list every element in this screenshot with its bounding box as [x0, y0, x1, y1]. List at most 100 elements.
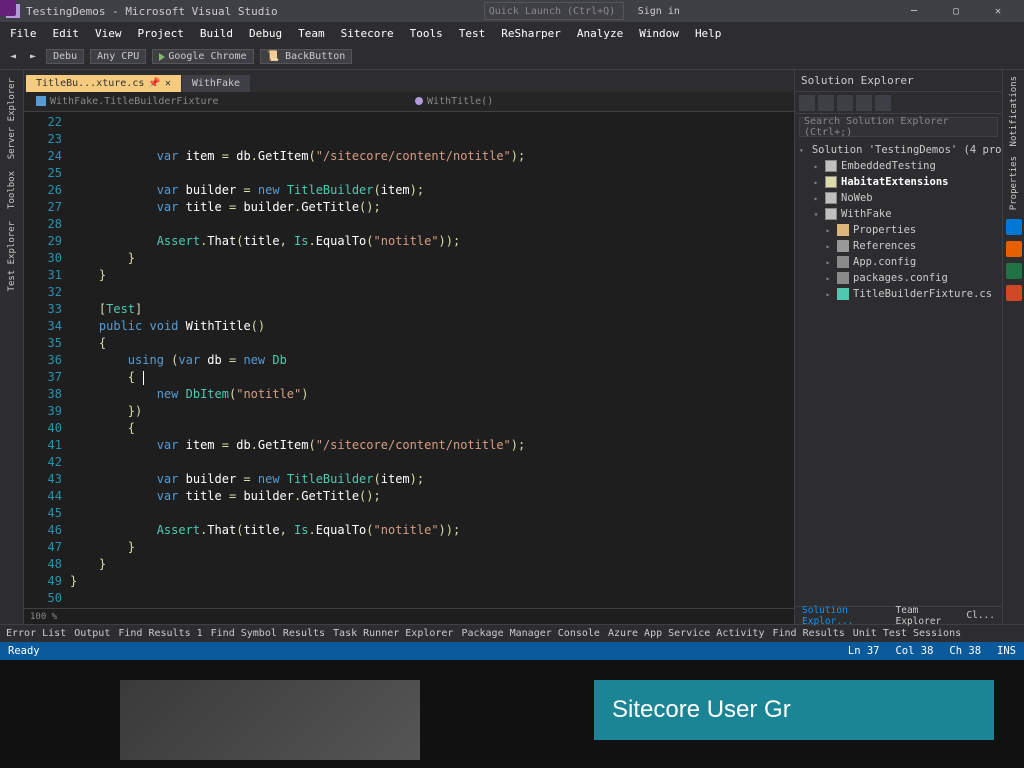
code-line[interactable]: } [70, 539, 794, 556]
pin-icon[interactable]: 📌 [148, 78, 160, 89]
nav-back-icon[interactable]: ◄ [6, 49, 20, 64]
maximize-button[interactable]: ▢ [936, 2, 976, 20]
tree-row[interactable]: ▸App.config [799, 254, 998, 270]
expander-icon[interactable]: ▾ [799, 146, 804, 155]
tree-row[interactable]: ▸NoWeb [799, 190, 998, 206]
code-line[interactable]: var title = builder.GetTitle(); [70, 488, 794, 505]
tab-titlebuilderfixture[interactable]: TitleBu...xture.cs 📌 ✕ [26, 75, 181, 92]
expander-icon[interactable]: ▸ [823, 274, 833, 283]
test-explorer-tab[interactable]: Test Explorer [5, 217, 19, 295]
code-line[interactable]: var item = db.GetItem("/sitecore/content… [70, 148, 794, 165]
task-runner-explorer-tab[interactable]: Task Runner Explorer [333, 628, 453, 639]
tree-row[interactable]: ▸HabitatExtensions [799, 174, 998, 190]
code-line[interactable] [70, 131, 794, 148]
code-content[interactable]: var item = db.GetItem("/sitecore/content… [70, 112, 794, 608]
menu-window[interactable]: Window [633, 25, 685, 42]
solution-explorer-tab[interactable]: Solution Explor... [799, 604, 887, 628]
run-target-dropdown[interactable]: Google Chrome [152, 49, 253, 64]
taskbar-windows-icon[interactable] [1006, 219, 1022, 235]
code-line[interactable]: { [70, 335, 794, 352]
toolbox-tab[interactable]: Toolbox [5, 167, 19, 213]
tree-row[interactable]: ▸packages.config [799, 270, 998, 286]
output-tab[interactable]: Output [74, 628, 110, 639]
code-editor[interactable]: 2223242526272829303132333435363738394041… [24, 112, 794, 608]
code-line[interactable]: using (var db = new Db [70, 352, 794, 369]
azure-app-service-tab[interactable]: Azure App Service Activity [608, 628, 765, 639]
close-button[interactable]: ✕ [978, 2, 1018, 20]
expander-icon[interactable]: ▸ [823, 242, 833, 251]
breadcrumb-type[interactable]: WithFake.TitleBuilderFixture [36, 96, 403, 107]
code-line[interactable]: new DbItem("notitle") [70, 386, 794, 403]
package-manager-console-tab[interactable]: Package Manager Console [461, 628, 599, 639]
code-line[interactable]: Assert.That(title, Is.EqualTo("notitle")… [70, 522, 794, 539]
expander-icon[interactable]: ▸ [811, 194, 821, 203]
expander-icon[interactable]: ▸ [823, 226, 833, 235]
platform-dropdown[interactable]: Any CPU [90, 49, 146, 64]
menu-build[interactable]: Build [194, 25, 239, 42]
code-line[interactable]: Assert.That(title, Is.EqualTo("notitle")… [70, 233, 794, 250]
menu-analyze[interactable]: Analyze [571, 25, 629, 42]
find-results-1-tab[interactable]: Find Results 1 [118, 628, 202, 639]
find-symbol-results-tab[interactable]: Find Symbol Results [211, 628, 325, 639]
menu-help[interactable]: Help [689, 25, 728, 42]
code-line[interactable] [70, 590, 794, 607]
tree-row[interactable]: ▾WithFake [799, 206, 998, 222]
menu-tools[interactable]: Tools [404, 25, 449, 42]
code-line[interactable]: [Test] [70, 301, 794, 318]
showall-icon[interactable] [856, 95, 872, 111]
collapse-icon[interactable] [837, 95, 853, 111]
code-line[interactable]: { [70, 369, 794, 386]
nav-breadcrumb[interactable]: WithFake.TitleBuilderFixture WithTitle() [24, 92, 794, 112]
menu-resharper[interactable]: ReSharper [495, 25, 567, 42]
taskbar-vs-icon[interactable] [0, 0, 16, 16]
minimize-button[interactable]: ─ [894, 2, 934, 20]
unit-test-sessions-tab[interactable]: Unit Test Sessions [853, 628, 961, 639]
code-line[interactable] [70, 114, 794, 131]
menu-project[interactable]: Project [132, 25, 190, 42]
notifications-tab[interactable]: Notifications [1007, 74, 1021, 148]
code-line[interactable]: public void WithTitle() [70, 318, 794, 335]
code-line[interactable] [70, 505, 794, 522]
code-line[interactable] [70, 165, 794, 182]
solution-search-input[interactable]: Search Solution Explorer (Ctrl+;) [799, 117, 998, 137]
menu-team[interactable]: Team [292, 25, 331, 42]
menu-test[interactable]: Test [453, 25, 492, 42]
code-line[interactable]: var title = builder.GetTitle(); [70, 199, 794, 216]
code-line[interactable]: var builder = new TitleBuilder(item); [70, 471, 794, 488]
zoom-indicator[interactable]: 100 % [24, 608, 794, 624]
code-line[interactable]: var item = db.GetItem("/sitecore/content… [70, 437, 794, 454]
code-line[interactable] [70, 216, 794, 233]
properties-icon[interactable] [875, 95, 891, 111]
close-icon[interactable]: ✕ [165, 78, 171, 89]
taskbar-powerpoint-icon[interactable] [1006, 285, 1022, 301]
menu-edit[interactable]: Edit [47, 25, 86, 42]
refresh-icon[interactable] [818, 95, 834, 111]
code-line[interactable]: } [70, 250, 794, 267]
error-list-tab[interactable]: Error List [6, 628, 66, 639]
code-line[interactable]: }) [70, 403, 794, 420]
menu-sitecore[interactable]: Sitecore [335, 25, 400, 42]
expander-icon[interactable]: ▸ [811, 162, 821, 171]
tree-row[interactable]: ▾Solution 'TestingDemos' (4 projects) [799, 142, 998, 158]
find-results-tab[interactable]: Find Results [772, 628, 844, 639]
menu-file[interactable]: File [4, 25, 43, 42]
class-view-tab[interactable]: Cl... [963, 609, 998, 622]
taskbar-firefox-icon[interactable] [1006, 241, 1022, 257]
tree-row[interactable]: ▸References [799, 238, 998, 254]
properties-tab[interactable]: Properties [1007, 154, 1021, 212]
code-line[interactable]: var builder = new TitleBuilder(item); [70, 182, 794, 199]
breadcrumb-member[interactable]: WithTitle() [415, 96, 782, 107]
solution-tree[interactable]: ▾Solution 'TestingDemos' (4 projects)▸Em… [795, 140, 1002, 606]
tab-withfake[interactable]: WithFake [182, 75, 250, 92]
code-line[interactable] [70, 284, 794, 301]
tree-row[interactable]: ▸EmbeddedTesting [799, 158, 998, 174]
tree-row[interactable]: ▸Properties [799, 222, 998, 238]
script-dropdown[interactable]: 📜 BackButton [260, 49, 353, 64]
menu-view[interactable]: View [89, 25, 128, 42]
tree-row[interactable]: ▸TitleBuilderFixture.cs [799, 286, 998, 302]
sign-in-link[interactable]: Sign in [630, 6, 688, 17]
code-line[interactable]: } [70, 267, 794, 284]
server-explorer-tab[interactable]: Server Explorer [5, 74, 19, 163]
code-line[interactable]: } [70, 573, 794, 590]
code-line[interactable] [70, 454, 794, 471]
